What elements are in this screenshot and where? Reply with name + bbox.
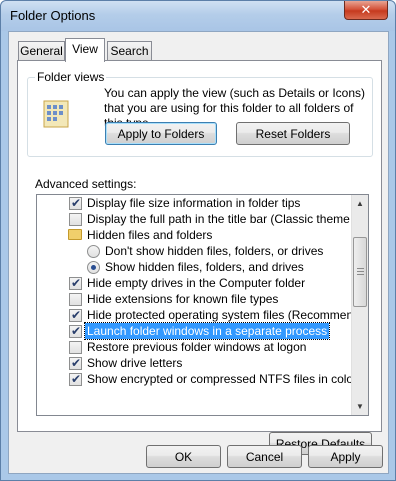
- checkbox-checked[interactable]: [69, 307, 82, 323]
- list-item[interactable]: Don't show hidden files, folders, or dri…: [37, 243, 349, 259]
- scroll-down-icon[interactable]: ▼: [352, 398, 368, 415]
- list-item-label: Hidden files and folders: [87, 228, 213, 242]
- folder-options-window: Folder Options ✕ General View Search Fol…: [0, 0, 396, 481]
- close-button[interactable]: ✕: [344, 1, 388, 20]
- list-item-label: Show hidden files, folders, and drives: [105, 260, 304, 274]
- list-item[interactable]: Restore previous folder windows at logon: [37, 339, 349, 355]
- list-item[interactable]: Display the full path in the title bar (…: [37, 211, 368, 227]
- radio-selected[interactable]: [87, 261, 100, 274]
- list-item-label: Hide protected operating system files (R…: [87, 308, 369, 322]
- apply-button[interactable]: Apply: [308, 445, 383, 468]
- list-item-label: Hide empty drives in the Computer folder: [87, 276, 306, 290]
- list-item[interactable]: Show hidden files, folders, and drives: [37, 259, 349, 275]
- list-item-label: Hide extensions for known file types: [87, 292, 279, 306]
- list-item-label: Show drive letters: [87, 356, 183, 370]
- folder-views-label: Folder views: [35, 70, 107, 84]
- tab-view[interactable]: View: [65, 38, 105, 62]
- list-item-label: Launch folder windows in a separate proc…: [83, 322, 331, 340]
- checkbox-unchecked[interactable]: [69, 341, 82, 354]
- scrollbar-thumb[interactable]: [353, 237, 367, 307]
- ok-button[interactable]: OK: [146, 445, 221, 468]
- checkbox-checked[interactable]: [69, 355, 82, 371]
- checkbox-checked[interactable]: [69, 323, 82, 339]
- checkbox-unchecked[interactable]: [69, 213, 82, 226]
- title-bar[interactable]: Folder Options ✕: [1, 1, 395, 31]
- list-item[interactable]: Hide empty drives in the Computer folder: [37, 275, 349, 291]
- list-item[interactable]: Display file size information in folder …: [37, 195, 349, 211]
- list-item[interactable]: Show drive letters: [37, 355, 349, 371]
- list-item-label: Restore previous folder windows at logon: [87, 340, 307, 354]
- tab-general[interactable]: General: [18, 41, 65, 61]
- checkbox-checked[interactable]: [69, 275, 82, 291]
- checkbox-checked[interactable]: [69, 195, 82, 211]
- tab-search-label: Search: [110, 44, 149, 58]
- list-item[interactable]: Hide protected operating system files (R…: [37, 307, 368, 323]
- list-item-label: Display the full path in the title bar (…: [87, 212, 369, 226]
- folder-views-icon: [43, 100, 69, 128]
- list-item-label: Don't show hidden files, folders, or dri…: [105, 244, 324, 258]
- tab-view-label: View: [72, 42, 98, 56]
- window-title: Folder Options: [10, 8, 96, 23]
- list-item[interactable]: Show encrypted or compressed NTFS files …: [37, 371, 357, 387]
- dialog-client-area: General View Search Folder views You can…: [8, 31, 389, 474]
- vertical-scrollbar[interactable]: ▲ ▼: [351, 195, 368, 415]
- cancel-button[interactable]: Cancel: [227, 445, 302, 468]
- list-item-selected[interactable]: Launch folder windows in a separate proc…: [37, 322, 349, 340]
- list-item[interactable]: Hide extensions for known file types: [37, 291, 349, 307]
- advanced-settings-list[interactable]: Display file size information in folder …: [36, 194, 369, 416]
- scroll-up-icon[interactable]: ▲: [352, 195, 368, 212]
- tab-general-label: General: [20, 44, 63, 58]
- checkbox-checked[interactable]: [69, 371, 82, 387]
- list-item-label: Display file size information in folder …: [87, 196, 301, 210]
- close-icon: ✕: [360, 2, 372, 17]
- view-tab-panel: Folder views You can apply the view (suc…: [17, 60, 382, 455]
- tab-search[interactable]: Search: [107, 41, 152, 61]
- folder-icon: [68, 229, 82, 240]
- apply-to-folders-button[interactable]: Apply to Folders: [105, 122, 217, 145]
- list-item: Hidden files and folders: [37, 227, 349, 243]
- checkbox-unchecked[interactable]: [69, 293, 82, 306]
- list-item-label: Show encrypted or compressed NTFS files …: [87, 372, 358, 386]
- reset-folders-button[interactable]: Reset Folders: [236, 122, 350, 145]
- radio-unselected[interactable]: [87, 245, 100, 258]
- advanced-settings-label: Advanced settings:: [35, 177, 137, 191]
